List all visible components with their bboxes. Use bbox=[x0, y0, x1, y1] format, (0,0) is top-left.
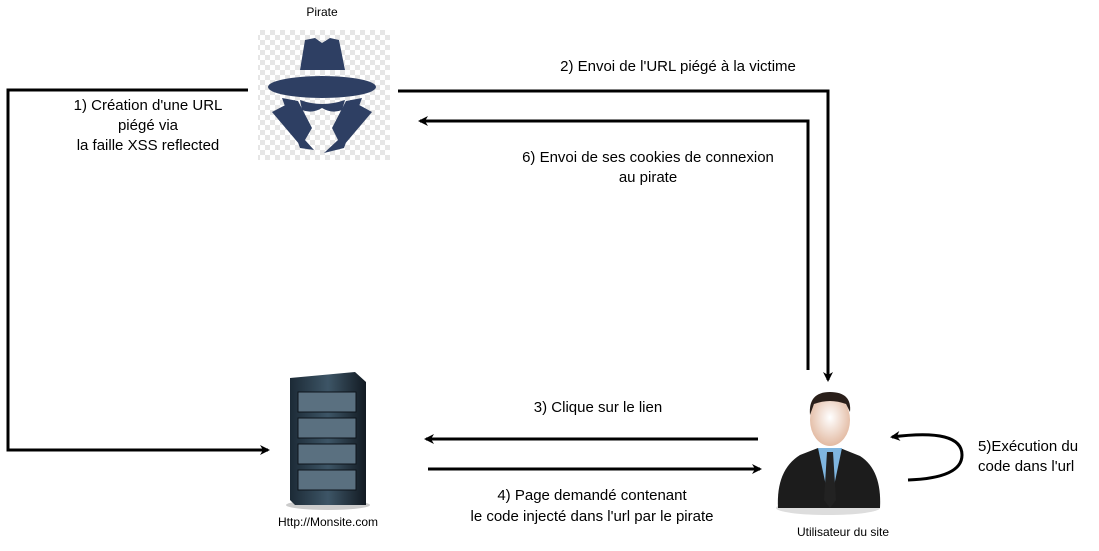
svg-text:piégé via: piégé via bbox=[118, 117, 179, 134]
step-6-label: 6) Envoi de ses cookies de connexion au … bbox=[522, 149, 774, 186]
svg-text:6) Envoi de ses cookies de con: 6) Envoi de ses cookies de connexion bbox=[522, 149, 774, 166]
svg-text:la faille XSS reflected: la faille XSS reflected bbox=[77, 137, 220, 154]
svg-text:5)Exécution du: 5)Exécution du bbox=[978, 438, 1078, 455]
arrow-step-2 bbox=[398, 89, 833, 382]
businessman-icon bbox=[776, 392, 881, 515]
arrow-step-5 bbox=[890, 431, 964, 482]
step-3-label: 3) Clique sur le lien bbox=[534, 399, 662, 416]
step-1-label: 1) Création d'une URL piégé via la faill… bbox=[74, 97, 223, 154]
server-icon bbox=[286, 372, 370, 510]
step-2-label: 2) Envoi de l'URL piégé à la victime bbox=[560, 58, 796, 75]
server-label: Http://Monsite.com bbox=[278, 515, 378, 529]
xss-diagram: Pirate Http://Monsite.com Utilisateur du… bbox=[6, 5, 1078, 539]
step-4-label: 4) Page demandé contenant le code inject… bbox=[470, 487, 713, 525]
svg-text:1) Création d'une URL: 1) Création d'une URL bbox=[74, 97, 223, 114]
spy-icon bbox=[258, 30, 390, 160]
step-5-label: 5)Exécution du code dans l'url bbox=[978, 438, 1078, 475]
pirate-label: Pirate bbox=[306, 5, 338, 19]
svg-text:4) Page demandé contenant: 4) Page demandé contenant bbox=[497, 487, 687, 504]
svg-text:au pirate: au pirate bbox=[619, 169, 677, 186]
svg-text:code dans l'url: code dans l'url bbox=[978, 458, 1074, 475]
user-label: Utilisateur du site bbox=[797, 525, 889, 539]
svg-text:le code injecté dans l'url par: le code injecté dans l'url par le pirate bbox=[470, 508, 713, 525]
